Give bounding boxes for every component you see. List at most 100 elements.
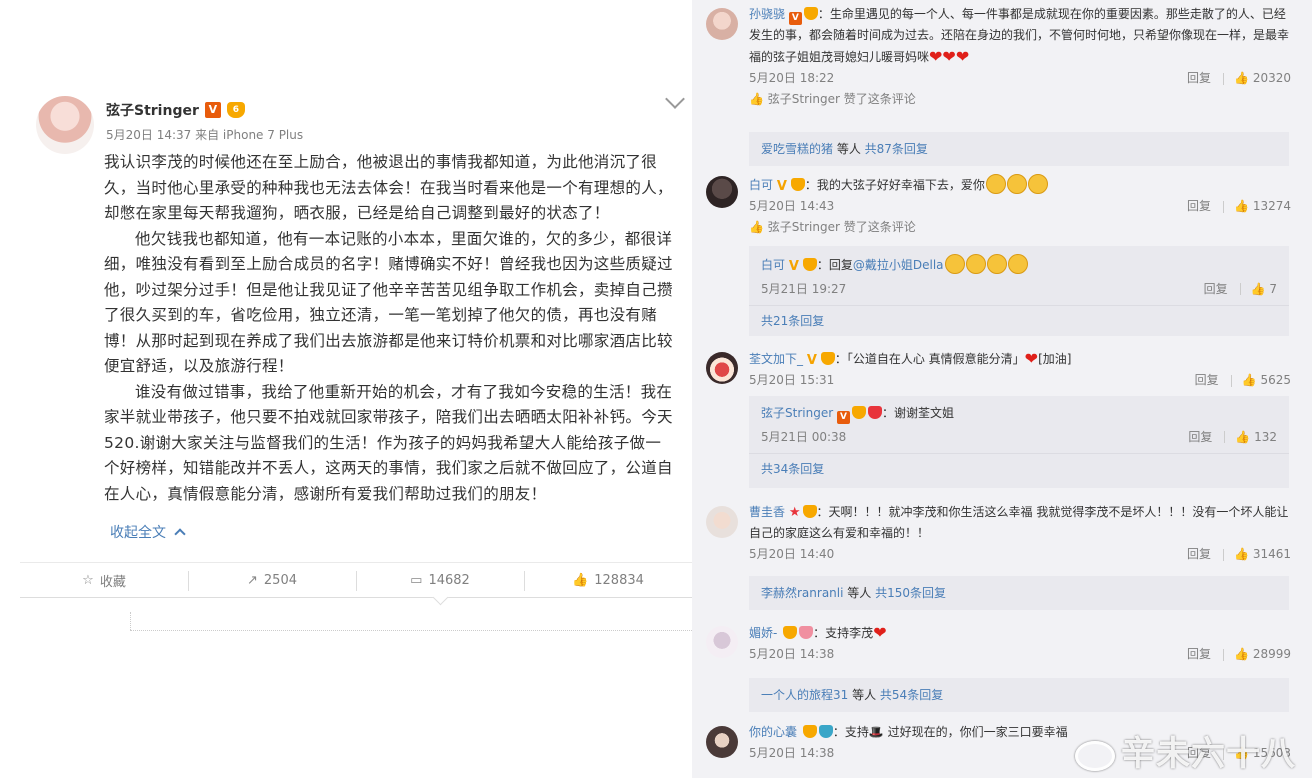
- thumbs-up-icon[interactable]: 👍: [1235, 430, 1254, 444]
- comment-body: 白可 V ：我的大弦子好好幸福下去，爱你 5月20日 14:43 回复 👍 132…: [749, 174, 1291, 238]
- comment-footer: 5月20日 14:43 回复 👍 13274: [749, 196, 1291, 217]
- author-liked-note: 👍 弦子Stringer 赞了这条评论: [749, 89, 1291, 110]
- reply-user-link[interactable]: 李赫然ranranli: [761, 586, 843, 600]
- repost-button[interactable]: ↗ 2504: [188, 563, 356, 597]
- reply-content: ：回复: [816, 258, 853, 272]
- more-replies-link[interactable]: 共87条回复: [865, 142, 928, 156]
- level-badge-icon: 6: [226, 102, 245, 118]
- verified-badge-icon: V: [788, 259, 799, 274]
- reply-button[interactable]: 回复: [1187, 196, 1211, 217]
- reply-box: 白可 V ：回复@戴拉小姐Della 5月21日 19:27 回复 👍 7 共21…: [749, 246, 1289, 336]
- commenter-name[interactable]: 白可: [749, 178, 773, 192]
- mention-link[interactable]: @戴拉小姐Della: [853, 258, 944, 272]
- reply-summary[interactable]: 爱吃雪糕的猪 等人 共87条回复: [749, 132, 1289, 166]
- reply-actions: 回复 👍 132: [1188, 428, 1277, 445]
- comment-time: 5月20日 18:22: [749, 71, 835, 85]
- level-badge-icon: [820, 352, 835, 365]
- comment-content: ：天啊！！！就冲李茂和你生活这么幸福 我就觉得李茂不是坏人！！！没有一个坏人能让…: [749, 505, 1289, 540]
- watermark-text: 辛未六十八: [1121, 734, 1296, 774]
- heart-icon: ❤: [873, 623, 887, 642]
- author-avatar[interactable]: [36, 96, 94, 154]
- favorite-button[interactable]: ☆ 收藏: [20, 563, 188, 597]
- reply-button[interactable]: 回复: [1187, 644, 1211, 665]
- thumbs-up-icon: 👍: [572, 572, 589, 588]
- commenter-name[interactable]: 曹圭香: [749, 505, 785, 519]
- commenter-name[interactable]: 你的心囊: [749, 725, 797, 739]
- reply-summary[interactable]: 一个人的旅程31 等人 共54条回复: [749, 678, 1289, 712]
- thumbs-up-icon[interactable]: 👍: [1234, 644, 1253, 665]
- thumbs-up-icon[interactable]: 👍: [1234, 68, 1253, 89]
- reply-like-count: 7: [1269, 281, 1277, 296]
- reply-text: 弦子Stringer V ：谢谢荃文姐: [761, 404, 1277, 424]
- comment-count: 14682: [428, 572, 470, 588]
- commenter-avatar[interactable]: [706, 506, 738, 538]
- repost-icon: ↗: [247, 572, 258, 588]
- commenter-name[interactable]: 媚娇-: [749, 626, 777, 640]
- thumbs-up-icon: 👍: [749, 92, 768, 106]
- reply-content: ：谢谢荃文姐: [881, 406, 954, 420]
- commenter-avatar[interactable]: [706, 352, 738, 384]
- chevron-down-icon[interactable]: [665, 89, 685, 109]
- commenter-avatar[interactable]: [706, 8, 738, 40]
- emoji-icon: [1007, 254, 1028, 274]
- commenter-avatar[interactable]: [706, 176, 738, 208]
- comment-button[interactable]: ▭ 14682: [356, 563, 524, 597]
- star-badge-icon: ★: [788, 505, 801, 520]
- thumbs-up-icon: 👍: [749, 220, 768, 234]
- comment-body: 曹圭香 ★ ：天啊！！！就冲李茂和你生活这么幸福 我就觉得李茂不是坏人！！！没有一…: [749, 502, 1291, 565]
- verified-badge-icon: V: [204, 102, 221, 118]
- emoji-icon: [944, 254, 965, 274]
- like-button[interactable]: 👍 128834: [524, 563, 692, 597]
- thumbs-up-icon[interactable]: 👍: [1251, 282, 1270, 296]
- repost-count: 2504: [263, 572, 297, 588]
- replier-name[interactable]: 弦子Stringer: [761, 406, 833, 420]
- reply-actions: 回复 👍 7: [1204, 280, 1277, 297]
- reply-footer: 5月21日 19:27 回复 👍 7: [761, 278, 1277, 299]
- comment-footer: 5月20日 18:22 回复 👍 20320: [749, 68, 1291, 89]
- level-badge-icon: [802, 258, 817, 271]
- comment-text: 媚娇- ：支持李茂❤: [749, 622, 1291, 644]
- post-paragraph: 谁没有做过错事，我给了他重新开始的机会，才有了我如今安稳的生活！我在家半就业带孩…: [104, 382, 673, 503]
- post-paragraph: 他欠钱我也都知道，他有一本记账的小本本，里面欠谁的，欠的多少，都很详细，唯独没有…: [104, 229, 673, 376]
- comment-footer: 5月20日 14:40 回复 👍 31461: [749, 544, 1291, 565]
- comment-content: ：支持: [832, 725, 869, 739]
- commenter-avatar[interactable]: [706, 626, 738, 658]
- replier-name[interactable]: 白可: [761, 258, 785, 272]
- post-paragraph: 我认识李茂的时候他还在至上励合，他被退出的事情我都知道，为此他消沉了很久，当时他…: [104, 153, 673, 222]
- more-replies-link[interactable]: 共21条回复: [761, 314, 824, 328]
- comment-footer: 5月20日 15:31 回复 👍 5625: [749, 370, 1291, 391]
- commenter-name[interactable]: 荃文加下_: [749, 352, 803, 366]
- level-badge-icon: [803, 7, 818, 20]
- reply-user-link[interactable]: 一个人的旅程31: [761, 688, 848, 702]
- comment-text: 曹圭香 ★ ：天啊！！！就冲李茂和你生活这么幸福 我就觉得李茂不是坏人！！！没有一…: [749, 502, 1291, 544]
- thumbs-up-icon[interactable]: 👍: [1234, 196, 1253, 217]
- reply-button[interactable]: 回复: [1188, 428, 1212, 445]
- comment-like-count: 13274: [1252, 199, 1291, 213]
- favorite-label: 收藏: [99, 574, 126, 590]
- author-liked-note: 👍 弦子Stringer 赞了这条评论: [749, 217, 1291, 238]
- thumbs-up-icon[interactable]: 👍: [1242, 370, 1261, 391]
- commenter-name[interactable]: 孙骁骁: [749, 7, 785, 21]
- thumbs-up-icon[interactable]: 👍: [1234, 544, 1253, 565]
- author-name[interactable]: 弦子Stringer: [106, 100, 199, 120]
- comment-body: 孙骁骁 V ：生命里遇见的每一个人、每一件事都是成就现在你的重要因素。那些走散了的…: [749, 4, 1291, 110]
- reply-summary[interactable]: 李赫然ranranli 等人 共150条回复: [749, 576, 1289, 610]
- more-replies-link[interactable]: 共150条回复: [875, 586, 946, 600]
- reply-user-link[interactable]: 爱吃雪糕的猪: [761, 142, 833, 156]
- collapse-link[interactable]: 收起全文: [110, 522, 186, 542]
- comment-time: 5月20日 14:38: [749, 647, 835, 661]
- more-replies-link[interactable]: 共54条回复: [880, 688, 943, 702]
- reply-button[interactable]: 回复: [1187, 544, 1211, 565]
- comment-time: 5月20日 14:43: [749, 199, 835, 213]
- reply-button[interactable]: 回复: [1187, 68, 1211, 89]
- weibo-logo-icon: [1075, 740, 1115, 771]
- more-replies-link[interactable]: 共34条回复: [761, 462, 824, 476]
- reply-summary-mid: 等人: [843, 586, 876, 600]
- chevron-up-icon: [174, 528, 186, 540]
- reply-button[interactable]: 回复: [1195, 370, 1219, 391]
- comment-time: 5月20日 14:40: [749, 547, 835, 561]
- reply-button[interactable]: 回复: [1204, 280, 1228, 297]
- divider: [130, 612, 131, 630]
- heart-badge-icon: [799, 626, 814, 639]
- commenter-avatar[interactable]: [706, 726, 738, 758]
